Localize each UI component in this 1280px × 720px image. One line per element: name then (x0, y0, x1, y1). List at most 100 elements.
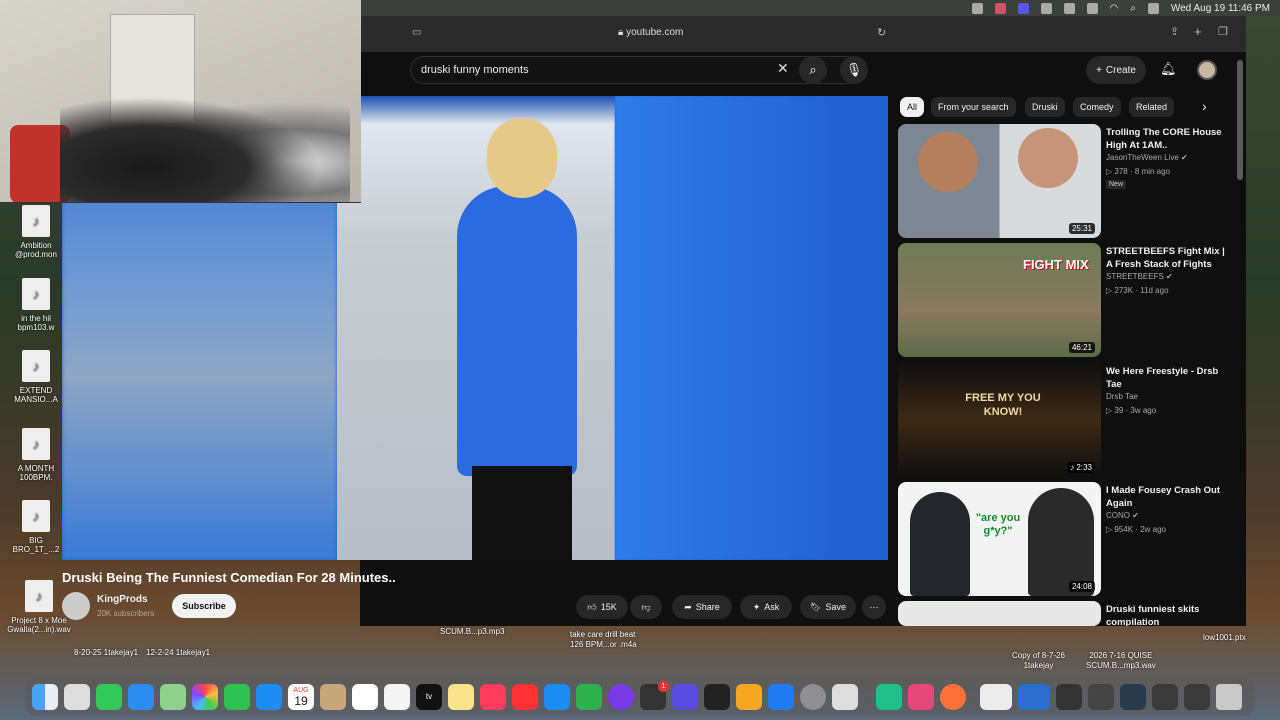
chip-related[interactable]: Related (1129, 97, 1175, 117)
search-input[interactable]: druski funny moments (410, 56, 860, 84)
desktop-file-icon[interactable]: ♪ Ambition @prod.mon (6, 205, 66, 259)
desktop-file-label[interactable]: low1001.ptx (1203, 633, 1246, 643)
facetime-icon[interactable] (224, 684, 250, 710)
avatar[interactable] (1197, 60, 1217, 80)
desktop-file-icon[interactable]: ♪ A MONTH 100BPM. (6, 428, 66, 482)
calendar-icon[interactable]: AUG 19 (288, 684, 314, 710)
notes-icon[interactable] (448, 684, 474, 710)
maps-icon[interactable] (160, 684, 186, 710)
desktop-file-label[interactable]: SCUM.B...p3.mp3 (440, 627, 504, 637)
music-icon[interactable] (480, 684, 506, 710)
freeform-icon[interactable] (384, 684, 410, 710)
apple-tv-icon[interactable]: tv (416, 684, 442, 710)
chip-from-your-search[interactable]: From your search (931, 97, 1016, 117)
finder-icon[interactable] (32, 684, 58, 710)
recommendation-title[interactable]: I Made Fousey Crash Out Again (1106, 484, 1231, 510)
utility-icon[interactable] (832, 684, 858, 710)
new-tab-icon[interactable]: + (1194, 24, 1202, 39)
window-thumbnail[interactable] (1184, 684, 1210, 710)
recommendation-item[interactable]: FIGHT MIX 46:21 STREETBEEFS Fight Mix | … (898, 243, 1238, 357)
photos-icon[interactable] (192, 684, 218, 710)
reminders-icon[interactable] (352, 684, 378, 710)
window-thumbnail[interactable] (1056, 684, 1082, 710)
screen-record-icon[interactable] (1017, 2, 1029, 14)
recommendation-title[interactable]: STREETBEEFS Fight Mix | A Fresh Stack of… (1106, 245, 1231, 271)
video-thumbnail[interactable]: FIGHT MIX 46:21 (898, 243, 1101, 357)
voice-search-button[interactable]: 🎙︎ (840, 56, 868, 84)
like-button[interactable]: 👍︎ 15K (576, 595, 628, 619)
control-center-icon[interactable] (1147, 2, 1159, 14)
firefox-icon[interactable] (940, 684, 966, 710)
menu-clock[interactable]: Wed Aug 19 11:46 PM (1171, 3, 1270, 14)
grid-icon[interactable] (1040, 2, 1052, 14)
wifi-icon[interactable]: ◠ (1110, 3, 1119, 14)
recommendation-title[interactable]: Druski funniest skits compilation (1106, 603, 1231, 626)
window-thumbnail[interactable] (1120, 684, 1146, 710)
desktop-file-label[interactable]: 2026 7-16 QUISE SCUM.B...mp3.wav (1086, 651, 1156, 671)
chip-all[interactable]: All (900, 97, 925, 117)
video-thumbnail[interactable]: "are you g*y?" 24:08 (898, 482, 1101, 596)
share-button[interactable]: ➦ Share (672, 595, 732, 619)
safari-icon[interactable] (256, 684, 282, 710)
desktop-file-label[interactable]: 8-20-25 1takejay1 (74, 648, 138, 658)
bluetooth-icon[interactable] (1086, 2, 1098, 14)
status-icon[interactable] (994, 2, 1006, 14)
system-settings-icon[interactable] (800, 684, 826, 710)
desktop-file-icon[interactable]: ♪ Project 8 x Moe Gwalla(2...in).wav (2, 580, 76, 634)
window-thumbnail[interactable] (980, 684, 1012, 710)
reload-icon[interactable]: ↻ (877, 26, 886, 39)
status-icon[interactable] (1063, 2, 1075, 14)
news-icon[interactable] (512, 684, 538, 710)
dislike-button[interactable]: 👎︎ (630, 595, 662, 619)
chip-comedy[interactable]: Comedy (1073, 97, 1121, 117)
recommendation-channel[interactable]: Drsb Tae (1106, 392, 1138, 401)
window-thumbnail[interactable] (1088, 684, 1114, 710)
launchpad-icon[interactable] (64, 684, 90, 710)
desktop-file-label[interactable]: 12-2-24 1takejay1 (146, 648, 210, 658)
status-icon[interactable] (971, 2, 983, 14)
mail-icon[interactable] (128, 684, 154, 710)
notifications-bell-icon[interactable]: 🔔︎ (1160, 61, 1177, 77)
recommendation-title[interactable]: We Here Freestyle - Drsb Tae (1106, 365, 1231, 391)
channel-name[interactable]: KingProds (97, 594, 148, 605)
search-button[interactable]: ⌕ (799, 56, 827, 84)
recommendation-title[interactable]: Trolling The CORE House High At 1AM.. (1106, 126, 1231, 152)
video-thumbnail[interactable]: 25:31 (898, 124, 1101, 238)
clear-search-icon[interactable]: ✕ (777, 60, 789, 77)
save-button[interactable]: 🔖︎ Save (800, 595, 856, 619)
contacts-icon[interactable] (320, 684, 346, 710)
tabs-overview-icon[interactable]: ❐ (1218, 25, 1228, 38)
app-icon[interactable] (908, 684, 934, 710)
recommendation-item[interactable]: "are you g*y?" 24:08 I Made Fousey Crash… (898, 482, 1238, 596)
arc-icon[interactable] (608, 684, 634, 710)
pages-icon[interactable] (736, 684, 762, 710)
desktop-file-label[interactable]: take care drill beat 126 BPM...or .m4a (570, 630, 637, 650)
recommendation-channel[interactable]: JasonTheWeen Live ✔︎ (1106, 153, 1188, 162)
app-store-icon[interactable] (768, 684, 794, 710)
sidebar-icon[interactable]: ▭ (412, 27, 421, 38)
logic-icon[interactable]: 1 (640, 681, 669, 710)
chevron-right-icon[interactable]: › (1202, 98, 1207, 114)
spotlight-icon[interactable]: ⌕ (1130, 3, 1136, 14)
recommendation-item[interactable]: Druski funniest skits compilation (898, 601, 1238, 626)
keynote-icon[interactable] (544, 684, 570, 710)
address-bar[interactable]: 🔒︎ youtube.com (618, 27, 683, 38)
desktop-file-label[interactable]: Copy of 8-7-26 1takejay (1012, 651, 1065, 671)
recommendation-channel[interactable]: STREETBEEFS ✔︎ (1106, 272, 1173, 281)
recommendation-channel[interactable]: CONO ✔︎ (1106, 511, 1139, 520)
page-scrollbar[interactable] (1237, 60, 1243, 180)
video-thumbnail[interactable] (898, 601, 1101, 626)
window-thumbnail[interactable] (1152, 684, 1178, 710)
chip-druski[interactable]: Druski (1025, 97, 1065, 117)
desktop-file-icon[interactable]: ♪ EXTEND MANSIO...A (6, 350, 66, 404)
window-thumbnail[interactable] (1018, 684, 1050, 710)
numbers-icon[interactable] (576, 684, 602, 710)
trash-icon[interactable] (1216, 684, 1242, 710)
recommendation-item[interactable]: 25:31 Trolling The CORE House High At 1A… (898, 124, 1238, 238)
messages-icon[interactable] (96, 684, 122, 710)
desktop-file-icon[interactable]: ♪ in the hil bpm103.w (6, 278, 66, 332)
more-actions-button[interactable]: ⋯ (862, 595, 886, 619)
create-button[interactable]: + Create (1086, 56, 1146, 84)
waves-icon[interactable] (704, 684, 730, 710)
desktop-file-icon[interactable]: ♪ BIG BRO_1T_...2 (6, 500, 66, 554)
